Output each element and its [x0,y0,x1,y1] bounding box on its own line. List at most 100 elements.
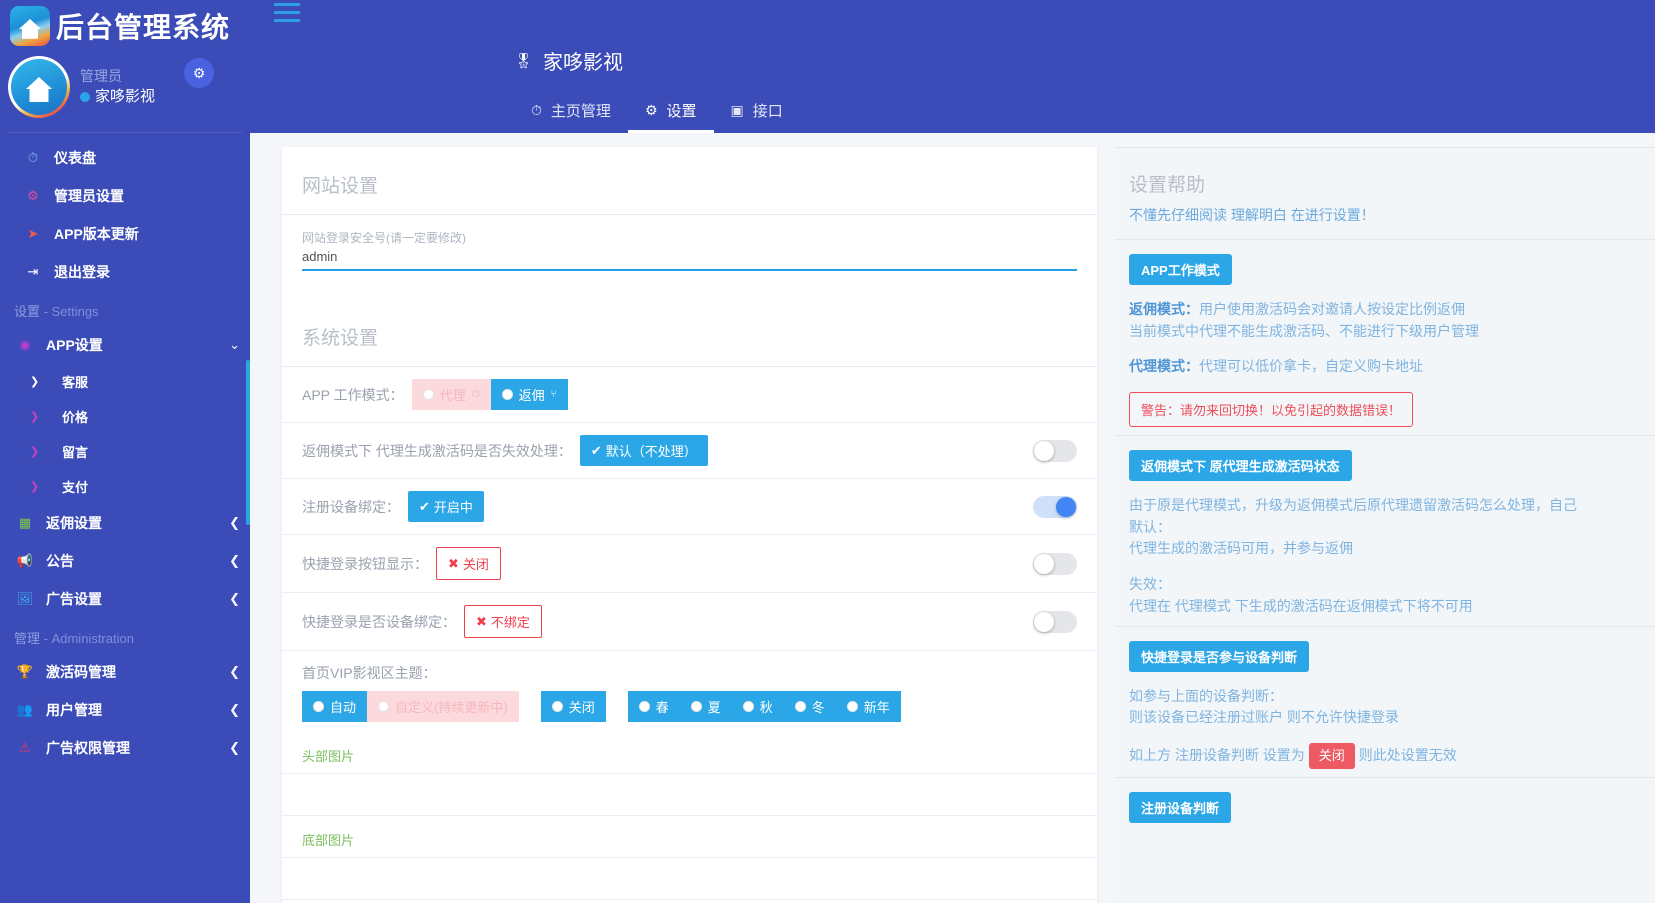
sidebar-item-ad-settings[interactable]: 🖼 广告设置 ❮ [0,580,250,618]
online-status-icon [80,92,90,102]
sidebar-item-activation-code[interactable]: 🏆 激活码管理 ❮ [0,653,250,691]
badge-label: 不绑定 [491,612,530,631]
sidebar-gear-badge-icon[interactable]: ⚙ [184,58,214,88]
site-security-input[interactable] [302,249,1077,271]
theme-option-spring[interactable]: 春 [628,691,680,722]
help-tag-quick-login-device[interactable]: 快捷登录是否参与设备判断 [1129,641,1309,672]
row-register-device-bind: 注册设备绑定： ✔ 开启中 [282,479,1097,535]
theme-group-off: 关闭 [541,691,606,722]
help-tag-register-device[interactable]: 注册设备判断 [1129,792,1231,823]
sign-out-icon: ⇥ [22,264,44,280]
toggle-register-device-bind[interactable] [1033,496,1077,518]
tab-settings[interactable]: ⚙ 设置 [628,92,714,133]
radio-icon [847,701,858,712]
help-tag-app-work-mode[interactable]: APP工作模式 [1129,254,1232,285]
help-line: 返佣模式：用户使用激活码会对邀请人按设定比例返佣 [1129,299,1641,321]
badge-default-no-action[interactable]: ✔ 默认（不处理） [580,435,708,466]
option-label: 冬 [812,697,825,716]
chevron-right-icon: ❯ [30,375,48,388]
dashboard-icon: ⏱ [22,150,44,166]
sidebar-item-admin-settings[interactable]: ⚙ 管理员设置 [8,177,242,215]
main-area: 网站设置 网站登录安全号(请一定要修改) 系统设置 APP 工作模式： [250,133,1655,903]
vip-theme-groups: 自动 自定义(持续更新中) 关闭 [302,691,1077,722]
tab-home-management[interactable]: ⏱ 主页管理 [514,92,628,133]
option-rebate[interactable]: 返佣 ⑂ [491,379,568,410]
theme-option-custom[interactable]: 自定义(持续更新中) [367,691,519,722]
row-label: APP 工作模式： [302,385,404,405]
sidebar-item-app-update[interactable]: ➤ APP版本更新 [8,215,242,253]
tab-label: 设置 [667,100,697,121]
option-label: 自动 [330,697,356,716]
tab-label: 主页管理 [551,100,611,121]
toggle-quick-login-display[interactable] [1033,553,1077,575]
topbar: 🎖 家哆影视 ⏱ 主页管理 ⚙ 设置 ▣ 接口 [250,0,1655,133]
help-line: 代理在 代理模式 下生成的激活码在返佣模式下将不可用 [1129,596,1641,618]
upload-head-label[interactable]: 头部图片 [282,732,1097,774]
tab-label: 接口 [753,100,783,121]
sidebar-item-label: 仪表盘 [54,148,96,168]
badge-not-bound[interactable]: ✖ 不绑定 [464,605,542,638]
sidebar-item-app-settings[interactable]: ◉ APP设置 ⌄ [0,326,250,364]
badge-closed[interactable]: ✖ 关闭 [436,547,501,580]
chevron-right-icon: ❯ [30,480,48,493]
toggle-wrap [1033,440,1077,462]
toggle-rebate-agent-code[interactable] [1033,440,1077,462]
sidebar-subitem-message[interactable]: ❯ 留言 [0,434,250,469]
upload-head-dropzone[interactable] [282,774,1097,816]
theme-option-summer[interactable]: 夏 [680,691,732,722]
sidebar-subitem-label: 客服 [62,372,88,391]
theme-option-winter[interactable]: 冬 [784,691,836,722]
theme-option-newyear[interactable]: 新年 [836,691,901,722]
sidebar-subitem-pay[interactable]: ❯ 支付 [0,469,250,504]
row-app-work-mode: APP 工作模式： 代理 ⏻ 返佣 ⑂ [282,367,1097,423]
profile: 管理员 家哆影视 [0,52,250,128]
tab-interface[interactable]: ▣ 接口 [714,92,800,133]
image-icon: 🖼 [14,591,36,607]
radio-icon [552,701,563,712]
help-tag-agent-code-status[interactable]: 返佣模式下 原代理生成激活码状态 [1129,450,1352,481]
menu-icon[interactable] [274,3,300,27]
sidebar-item-label: APP版本更新 [54,224,139,244]
megaphone-icon: 📢 [14,553,36,569]
help-subtitle: 不懂先仔细阅读 理解明白 在进行设置！ [1115,205,1655,240]
theme-option-autumn[interactable]: 秋 [732,691,784,722]
sidebar-subitem-price[interactable]: ❯ 价格 [0,399,250,434]
sidebar-item-announcement[interactable]: 📢 公告 ❮ [0,542,250,580]
sidebar-item-label: 激活码管理 [46,662,116,682]
toggle-wrap [1033,553,1077,575]
chevron-left-icon: ❮ [229,664,240,680]
sidebar-subitem-kefu[interactable]: ❯ 客服 [0,364,250,399]
upload-foot-dropzone[interactable] [282,858,1097,900]
sidebar-subitem-label: 价格 [62,407,88,426]
settings-card: 网站设置 网站登录安全号(请一定要修改) 系统设置 APP 工作模式： [282,147,1097,903]
users-icon: 👥 [14,702,36,718]
sidebar-item-logout[interactable]: ⇥ 退出登录 [8,253,242,291]
chevron-left-icon: ❮ [229,515,240,531]
option-label: 代理 [440,385,466,404]
help-warning-box: 警告：请勿来回切换！以免引起的数据错误！ [1129,392,1413,427]
radio-icon [423,389,434,400]
content: 🎖 家哆影视 ⏱ 主页管理 ⚙ 设置 ▣ 接口 [250,0,1655,903]
option-label: 新年 [864,697,890,716]
toggle-quick-login-device-bind[interactable] [1033,611,1077,633]
help-card: 设置帮助 不懂先仔细阅读 理解明白 在进行设置！ APP工作模式 返佣模式：用户… [1115,147,1655,903]
sidebar-item-rebate-settings[interactable]: ▦ 返佣设置 ❮ [0,504,250,542]
option-agent[interactable]: 代理 ⏻ [412,379,491,410]
avatar[interactable] [8,56,70,118]
theme-option-off[interactable]: 关闭 [541,691,606,722]
sidebar-item-dashboard[interactable]: ⏱ 仪表盘 [8,139,242,177]
sidebar-item-user-management[interactable]: 👥 用户管理 ❮ [0,691,250,729]
medal-icon: 🎖 [514,52,533,70]
sidebar-item-label: 公告 [46,551,74,571]
badge-enabled[interactable]: ✔ 开启中 [408,491,484,522]
theme-option-auto[interactable]: 自动 [302,691,367,722]
upload-foot-label[interactable]: 底部图片 [282,816,1097,858]
help-line: 代理生成的激活码可用，并参与返佣 [1129,538,1641,560]
radio-icon [743,701,754,712]
badge-label: 默认（不处理） [606,441,697,460]
brand[interactable]: 后台管理系统 [0,0,250,52]
option-label: 返佣 [519,385,545,404]
sidebar-item-ad-permission[interactable]: ⚠ 广告权限管理 ❮ [0,729,250,767]
sidebar-scrollbar[interactable] [246,360,250,525]
times-icon: ✖ [476,614,487,630]
